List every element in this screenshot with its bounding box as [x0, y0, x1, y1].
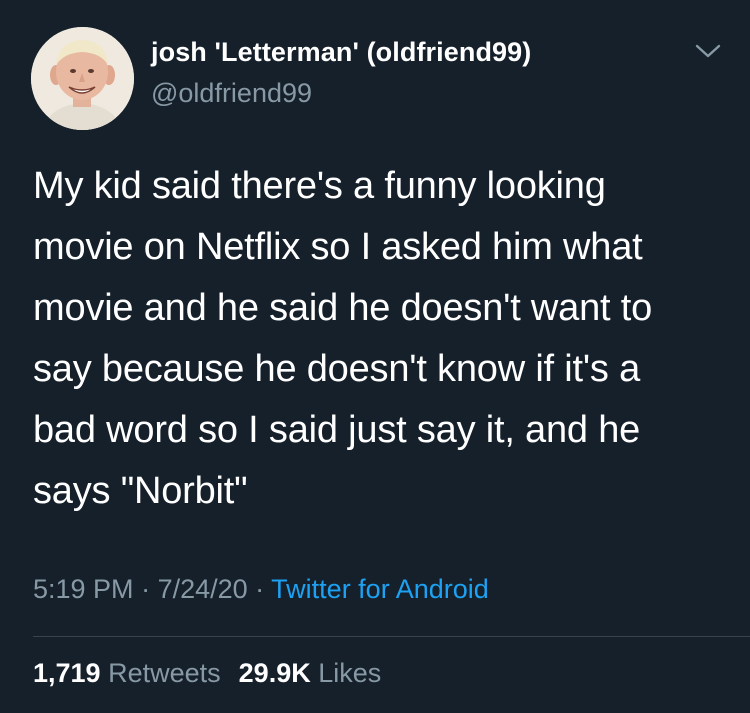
tweet-source-link[interactable]: Twitter for Android — [271, 574, 489, 604]
tweet-stats: 1,719 Retweets 29.9K Likes — [33, 658, 381, 689]
tweet-card: josh 'Letterman' (oldfriend99) @oldfrien… — [0, 0, 750, 713]
display-name[interactable]: josh 'Letterman' (oldfriend99) — [151, 37, 531, 68]
tweet-meta: 5:19 PM · 7/24/20 · Twitter for Android — [33, 574, 489, 605]
chevron-down-icon[interactable] — [694, 42, 722, 60]
divider — [33, 636, 750, 637]
likes-stat[interactable]: 29.9K Likes — [239, 658, 382, 688]
retweets-label: Retweets — [108, 658, 221, 688]
user-handle[interactable]: @oldfriend99 — [151, 78, 312, 109]
tweet-date[interactable]: 7/24/20 — [158, 574, 248, 604]
retweets-stat[interactable]: 1,719 Retweets — [33, 658, 221, 688]
retweets-count: 1,719 — [33, 658, 101, 688]
tweet-text: My kid said there's a funny looking movi… — [33, 165, 653, 512]
likes-count: 29.9K — [238, 658, 311, 688]
tweet-time[interactable]: 5:19 PM — [33, 574, 134, 604]
avatar[interactable] — [31, 27, 134, 130]
likes-label: Likes — [318, 658, 382, 688]
meta-separator-2: · — [247, 574, 272, 604]
avatar-image — [31, 27, 134, 130]
meta-separator: · — [133, 574, 158, 604]
